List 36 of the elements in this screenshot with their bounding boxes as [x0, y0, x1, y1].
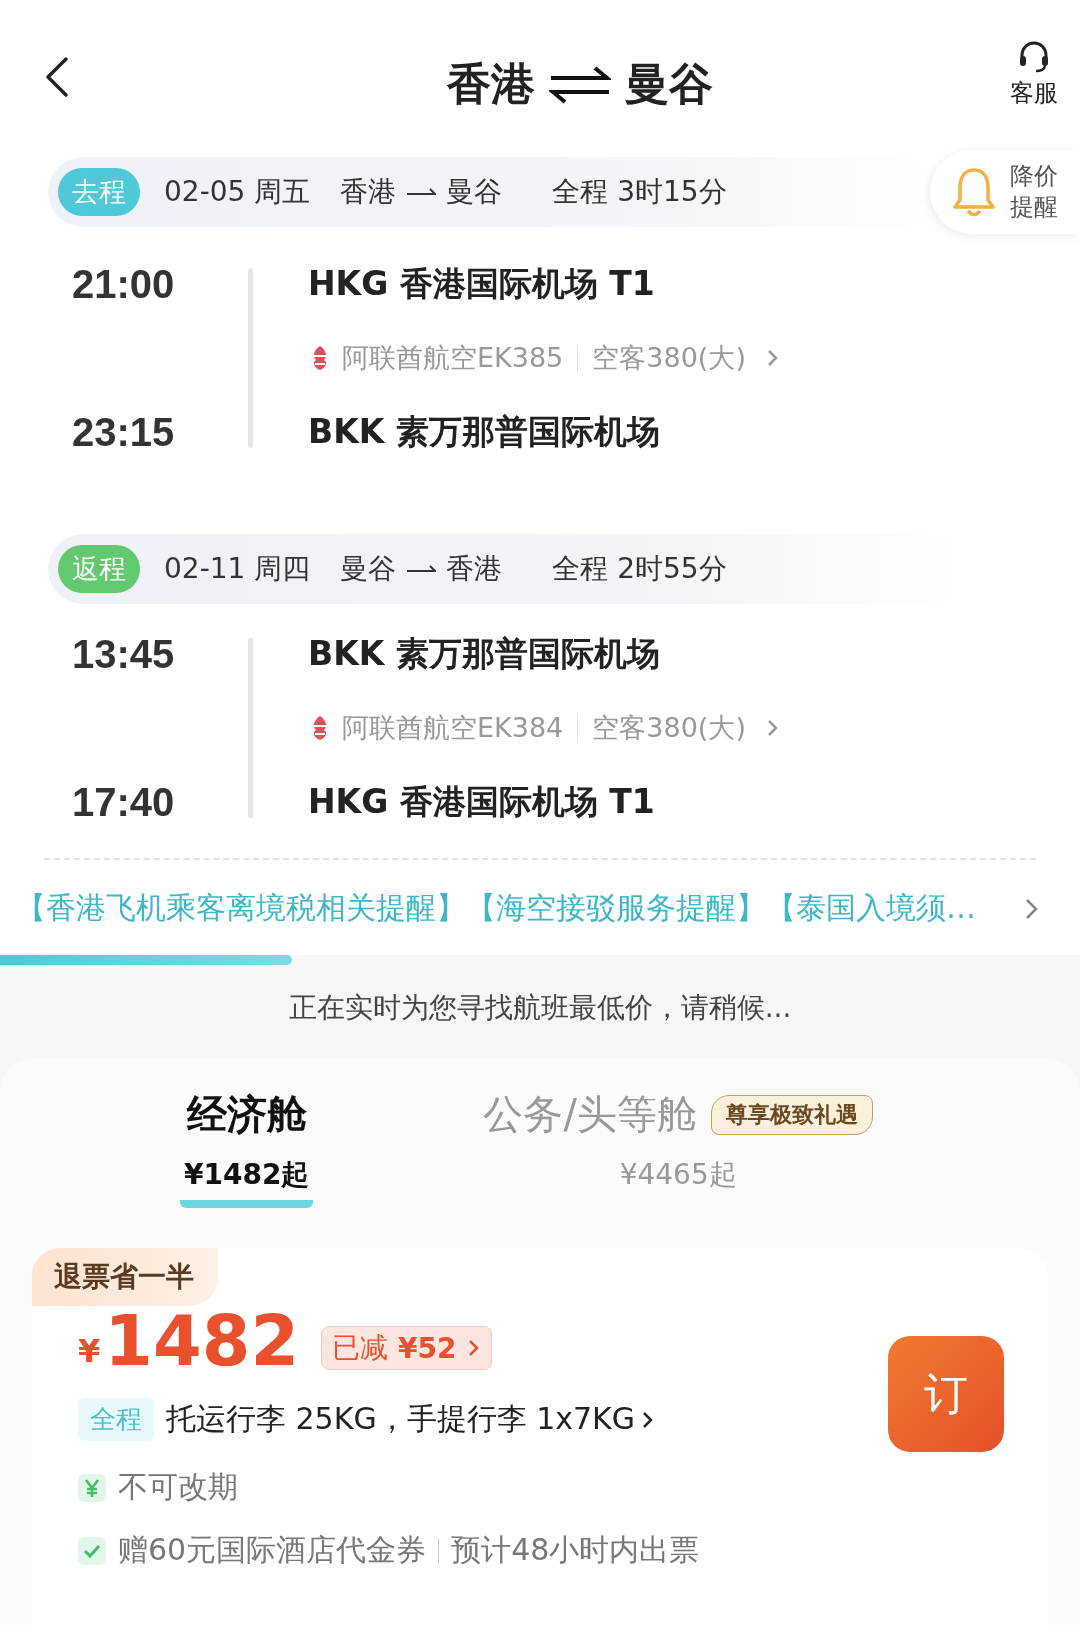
baggage-link[interactable]: 托运行李 25KG，手提行李 1x7KG	[166, 1399, 655, 1440]
cabin-tab[interactable]: 经济舱 ¥1482起	[180, 1087, 314, 1208]
fare-feature: 赠60元国际酒店代金券	[118, 1531, 427, 1569]
customer-service-button[interactable]: 客服	[1010, 39, 1058, 109]
arrival-airport: HKG 香港国际机场 T1	[307, 780, 656, 823]
route-from: 香港	[340, 174, 397, 210]
fare-price: 1482	[104, 1306, 300, 1376]
price-alert-button[interactable]: 降价提醒	[929, 150, 1080, 234]
currency-symbol: ¥	[78, 1332, 101, 1372]
departure-time: 13:45	[72, 631, 175, 678]
arrival-time: 23:15	[72, 409, 175, 456]
loading-message: 正在实时为您寻找航班最低价，请稍候...	[287, 990, 793, 1026]
segment-tag: 去程	[58, 168, 140, 216]
segment-tag: 返程	[58, 545, 140, 593]
cabin-tab[interactable]: 公务/头等舱 尊享极致礼遇 ¥4465起	[483, 1087, 873, 1208]
route-to: 曼谷	[446, 174, 503, 210]
check-icon	[78, 1536, 106, 1565]
route-from: 曼谷	[340, 551, 397, 587]
trip-duration: 全程 3时15分	[552, 174, 727, 210]
arrival-airport: BKK 素万那普国际机场	[307, 410, 661, 453]
origin-city: 香港	[447, 56, 535, 111]
arrival-time: 17:40	[72, 779, 175, 826]
baggage-tag: 全程	[78, 1398, 154, 1441]
segment-date: 02-11 周四	[164, 551, 311, 587]
yuan-icon	[78, 1473, 106, 1502]
departure-airport: HKG 香港国际机场 T1	[307, 262, 656, 305]
departure-airport: BKK 素万那普国际机场	[307, 632, 661, 675]
trip-duration: 全程 2时55分	[552, 551, 727, 587]
refund-tag: 退票省一半	[32, 1248, 218, 1306]
destination-city: 曼谷	[625, 56, 713, 111]
fare-feature: 不可改期	[118, 1468, 238, 1506]
route-to: 香港	[446, 551, 503, 587]
fare-feature: 预计48小时内出票	[451, 1531, 700, 1569]
departure-time: 21:00	[72, 261, 175, 308]
segment-date: 02-05 周五	[164, 174, 311, 210]
back-icon[interactable]	[44, 56, 70, 98]
